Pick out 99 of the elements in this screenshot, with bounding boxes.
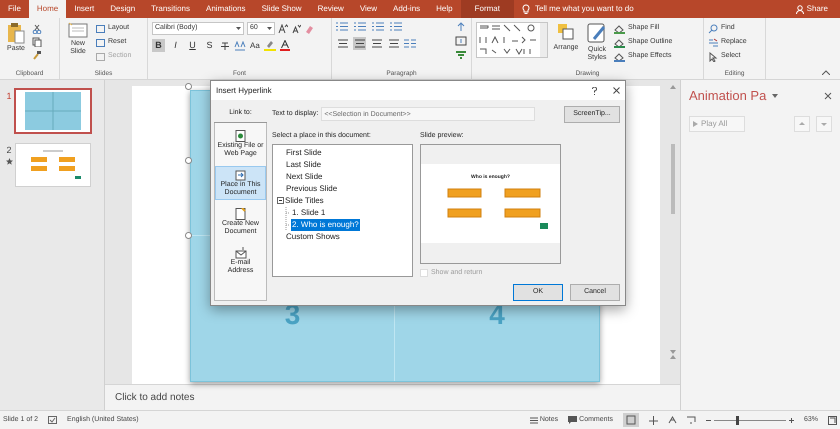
tree-item[interactable]: Previous Slide	[285, 182, 338, 194]
slide-number: 1	[6, 90, 12, 103]
ribbon-tab[interactable]: File	[0, 0, 29, 18]
collapse-ribbon-icon[interactable]	[822, 70, 830, 75]
envelope-icon	[234, 246, 246, 258]
notes-field[interactable]: Click to add notes	[115, 390, 194, 405]
ribbon-tab[interactable]: Transitions	[143, 0, 198, 18]
ribbon-tab[interactable]: Help	[428, 0, 461, 18]
numbering-icon[interactable]	[354, 22, 366, 31]
slide-number: 2	[6, 144, 12, 157]
spacing-icon[interactable]	[234, 40, 246, 50]
align-button[interactable]	[353, 37, 366, 50]
tree-item[interactable]: Slide Titles	[284, 194, 325, 206]
cursor-icon	[708, 52, 718, 62]
selection-handle-icon[interactable]	[185, 232, 192, 239]
increase-indent-icon[interactable]	[390, 22, 402, 31]
slider-thumb[interactable]	[736, 416, 739, 424]
zoom-in-icon[interactable]	[788, 418, 794, 422]
slide-thumbnail[interactable]	[16, 90, 90, 132]
tree-item[interactable]: 1. Slide 1	[291, 206, 326, 218]
notes-icon	[530, 416, 538, 424]
tree-item[interactable]: 2. Who is enough?	[291, 218, 360, 230]
ribbon-tab[interactable]: Add-ins	[385, 0, 428, 18]
tree-item[interactable]: Last Slide	[285, 158, 322, 170]
slide-sorter-icon[interactable]	[648, 416, 658, 424]
dropdown-icon	[267, 27, 272, 30]
slide-thumbnail[interactable]	[16, 144, 90, 186]
copy-icon[interactable]	[32, 37, 42, 47]
tree-item[interactable]: Next Slide	[285, 170, 324, 182]
ribbon-tab[interactable]: Home	[28, 0, 66, 18]
ribbon-tab[interactable]: Insert	[66, 0, 102, 18]
help-icon[interactable]	[592, 86, 597, 94]
align-button[interactable]	[336, 37, 349, 50]
format-button[interactable]: B	[152, 39, 165, 52]
align-icon	[388, 39, 398, 48]
close-icon[interactable]	[613, 87, 620, 94]
dropdown-icon[interactable]	[772, 94, 778, 98]
globe-document-icon	[234, 130, 246, 142]
ribbon-tab[interactable]: View	[352, 0, 386, 18]
brush-icon	[587, 22, 607, 44]
action-button-icon	[540, 223, 548, 229]
change-case-button[interactable]: Aa	[250, 40, 260, 52]
tell-me-field[interactable]: Tell me what you want to do	[534, 3, 685, 15]
collapse-icon[interactable]	[277, 197, 284, 204]
fit-window-icon[interactable]	[828, 416, 837, 424]
format-button[interactable]: S	[203, 39, 216, 52]
ribbon-tab[interactable]: Review	[310, 0, 352, 18]
cell-number: 4	[489, 298, 505, 332]
ribbon-tab[interactable]: Slide Show	[254, 0, 310, 18]
share-button[interactable]: Share	[796, 0, 828, 18]
lightbulb-icon	[522, 4, 530, 14]
reading-view-icon[interactable]	[668, 416, 677, 424]
align-text-icon[interactable]	[455, 36, 467, 46]
dropdown-icon	[236, 27, 241, 30]
align-icon	[338, 39, 348, 48]
normal-view-icon[interactable]	[622, 413, 639, 427]
layers-icon	[556, 22, 576, 42]
new-document-icon	[234, 208, 246, 220]
columns-icon[interactable]	[404, 39, 416, 48]
scissors-icon[interactable]	[32, 24, 42, 34]
strikethrough-icon[interactable]	[220, 40, 230, 50]
ribbon-tab[interactable]: Design	[102, 0, 144, 18]
selection-handle-icon[interactable]	[185, 83, 192, 90]
align-icon	[372, 39, 382, 48]
person-icon	[796, 4, 804, 14]
search-icon	[708, 24, 718, 34]
slideshow-icon[interactable]	[686, 416, 696, 424]
effects-icon	[614, 52, 625, 62]
pane-title: Animation Pa	[689, 87, 766, 105]
text-direction-icon[interactable]	[455, 22, 467, 32]
replace-icon	[708, 38, 718, 48]
ribbon-tab[interactable]: Format	[460, 0, 514, 18]
grow-font-icon[interactable]	[278, 24, 288, 34]
paintbrush-icon[interactable]	[32, 50, 42, 60]
comment-icon	[568, 416, 578, 424]
clipboard-icon	[7, 22, 25, 44]
align-button[interactable]	[370, 37, 383, 50]
slide-icon	[68, 22, 88, 38]
align-button[interactable]	[387, 37, 400, 50]
paint-bucket-icon	[614, 24, 625, 34]
smartart-icon[interactable]	[455, 50, 467, 60]
font-color-icon[interactable]	[280, 40, 290, 51]
close-icon[interactable]	[824, 92, 832, 100]
decrease-indent-icon[interactable]	[372, 22, 384, 31]
shapes-gallery-icon[interactable]	[476, 22, 548, 58]
format-button[interactable]: I	[169, 39, 182, 52]
tree-item[interactable]: First Slide	[285, 146, 323, 158]
place-tree[interactable]: First Slide Last Slide Next Slide Previous Slide Slide Titles 1. Slide 1 2. Who is enough? Custom Shows	[272, 144, 413, 276]
play-icon	[693, 120, 698, 126]
shrink-font-icon[interactable]	[291, 24, 301, 34]
align-icon	[354, 39, 364, 48]
pen-icon	[614, 38, 625, 48]
dialog-title: Insert Hyperlink	[216, 84, 272, 96]
bullets-icon[interactable]	[336, 22, 348, 31]
ribbon-tab[interactable]: Animations	[198, 0, 254, 18]
tree-item[interactable]: Custom Shows	[285, 230, 341, 242]
spellcheck-icon[interactable]	[48, 416, 58, 424]
format-button[interactable]: U	[186, 39, 199, 52]
selection-handle-icon[interactable]	[185, 157, 192, 164]
